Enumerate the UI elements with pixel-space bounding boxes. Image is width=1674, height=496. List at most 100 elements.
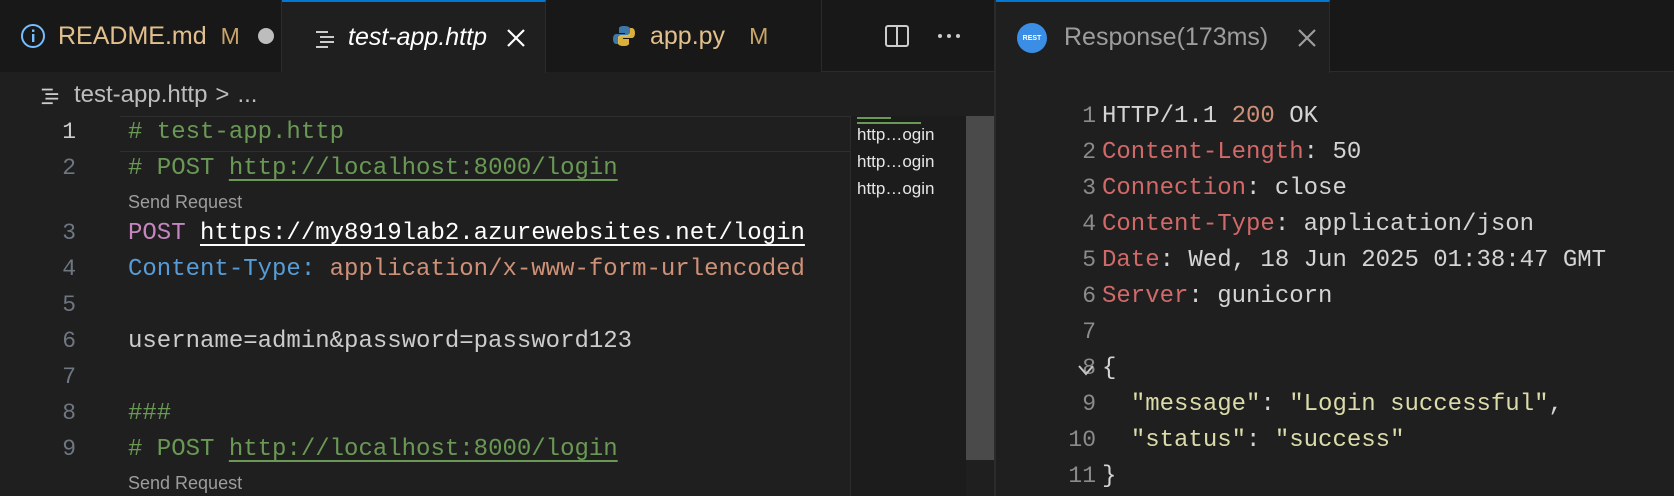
http-version: HTTP/1.1: [1102, 103, 1232, 130]
header-value: : close: [1246, 175, 1347, 202]
header-key: Content-Length: [1102, 139, 1304, 166]
http-method: POST: [128, 220, 186, 247]
rest-badge-text: REST: [1023, 35, 1042, 42]
line-number: 1: [62, 119, 76, 145]
header-value: application/x-www-form-urlencoded: [315, 256, 805, 283]
close-icon[interactable]: [505, 27, 527, 49]
editor-group-right: REST Response(173ms) 1 2 3 4 5 6 7 8 9 1…: [996, 0, 1674, 496]
json-line-message: "message": "Login successful",: [1102, 391, 1563, 418]
header-value: : application/json: [1274, 211, 1535, 238]
minimap-section-label: http…ogin: [857, 125, 935, 144]
json-key: "status": [1130, 427, 1247, 454]
json-value: "success": [1274, 427, 1405, 454]
line-number: 4: [62, 256, 76, 282]
code-line-4: Content-Type: application/x-www-form-url…: [128, 256, 805, 283]
json-comma: ,: [1548, 391, 1563, 418]
file-lines-icon: [40, 85, 60, 105]
header-key: Connection: [1102, 175, 1247, 202]
tab-test-app-http[interactable]: test-app.http: [282, 0, 546, 73]
vertical-scrollbar[interactable]: [966, 116, 994, 496]
split-editor-icon[interactable]: [884, 23, 910, 49]
file-lines-icon: [314, 27, 336, 49]
line-number: 7: [62, 364, 76, 390]
line-number: 11: [1068, 463, 1096, 489]
scrollbar-thumb[interactable]: [966, 116, 994, 460]
python-icon: [612, 24, 636, 48]
header-key: Content-Type:: [128, 256, 316, 283]
comment-prefix: # POST: [128, 436, 229, 463]
response-header: Server: gunicorn: [1102, 283, 1332, 310]
breadcrumb-file[interactable]: test-app.http: [74, 81, 207, 109]
response-header: Content-Length: 50: [1102, 139, 1361, 166]
tab-response[interactable]: REST Response(173ms): [996, 0, 1330, 73]
header-value: : gunicorn: [1188, 283, 1333, 310]
close-icon[interactable]: [1296, 27, 1318, 49]
breadcrumb-separator: >: [215, 81, 230, 108]
response-header: Date: Wed, 18 Jun 2025 01:38:47 GMT: [1102, 247, 1606, 274]
more-icon[interactable]: [936, 23, 962, 49]
json-line-status: "status": "success": [1102, 427, 1405, 454]
status-line: HTTP/1.1 200 OK: [1102, 103, 1318, 130]
code-line-6: username=admin&password=password123: [128, 328, 633, 355]
status-code: 200: [1231, 103, 1275, 130]
modified-badge: M: [220, 22, 240, 49]
tab-app-py-label: app.py: [650, 21, 726, 50]
code-line-8: ###: [128, 400, 172, 427]
line-number: 2: [62, 155, 76, 181]
tab-readme-label: README.md: [58, 21, 207, 50]
line-number: 8: [62, 400, 76, 426]
tab-test-app-http-label: test-app.http: [348, 23, 487, 51]
info-icon: [20, 23, 46, 49]
editor-group-left: README.md M test-app.http app.py M test-…: [0, 0, 994, 496]
json-brace-open: {: [1102, 355, 1117, 382]
header-key: Content-Type: [1102, 211, 1275, 238]
code-line-9: # POST http://localhost:8000/login: [128, 436, 618, 463]
response-viewer[interactable]: 1 2 3 4 5 6 7 8 9 10 11 HTTP/1.1 200 OK …: [996, 100, 1674, 496]
unsaved-dot-icon[interactable]: [257, 28, 274, 44]
header-value: : Wed, 18 Jun 2025 01:38:47 GMT: [1159, 247, 1607, 274]
breadcrumb-symbol[interactable]: ...: [237, 81, 257, 109]
modified-badge: M: [749, 22, 769, 49]
header-value: : 50: [1303, 139, 1362, 166]
json-colon: :: [1260, 391, 1290, 418]
comment-url-link[interactable]: http://localhost:8000/login: [229, 436, 618, 463]
json-key: "message": [1130, 391, 1261, 418]
comment-url-link[interactable]: http://localhost:8000/login: [229, 155, 618, 182]
json-brace-close: }: [1102, 463, 1117, 490]
editor-actions: [884, 0, 962, 72]
tab-readme[interactable]: README.md M: [0, 0, 282, 72]
comment-prefix: # POST: [128, 155, 229, 182]
line-number: 6: [1082, 283, 1096, 309]
request-url-link[interactable]: https://my8919lab2.azurewebsites.net/log…: [200, 220, 805, 247]
line-number: 7: [1082, 319, 1096, 345]
right-tab-bar: REST Response(173ms): [996, 0, 1674, 73]
chevron-down-icon[interactable]: [1076, 360, 1096, 380]
line-number: 2: [1082, 139, 1096, 165]
header-key: Server: [1102, 283, 1189, 310]
line-number: 9: [62, 436, 76, 462]
code-line-1: # test-app.http: [128, 119, 345, 146]
response-header: Content-Type: application/json: [1102, 211, 1534, 238]
send-request-codelens[interactable]: Send Request: [128, 192, 242, 213]
minimap-section-label: http…ogin: [857, 152, 935, 171]
left-tab-bar: README.md M test-app.http app.py M: [0, 0, 994, 73]
line-number: 5: [62, 292, 76, 318]
minimap[interactable]: http…ogin http…ogin http…ogin: [850, 116, 966, 496]
line-number: 9: [1082, 391, 1096, 417]
line-number: 1: [1082, 103, 1096, 129]
code-line-3: POST https://my8919lab2.azurewebsites.ne…: [128, 220, 805, 247]
code-editor[interactable]: 1 2 3 4 5 6 7 8 9 # test-app.http # POST…: [0, 116, 994, 496]
line-number: 10: [1068, 427, 1096, 453]
line-number: 3: [62, 220, 76, 246]
json-colon: :: [1246, 427, 1275, 454]
line-number: 4: [1082, 211, 1096, 237]
line-number: 6: [62, 328, 76, 354]
tab-response-label: Response(173ms): [1064, 23, 1269, 51]
minimap-section-label: http…ogin: [857, 179, 935, 198]
send-request-codelens[interactable]: Send Request: [128, 473, 242, 494]
tab-app-py[interactable]: app.py M: [546, 0, 822, 72]
json-value: "Login successful": [1289, 391, 1549, 418]
header-key: Date: [1102, 247, 1160, 274]
